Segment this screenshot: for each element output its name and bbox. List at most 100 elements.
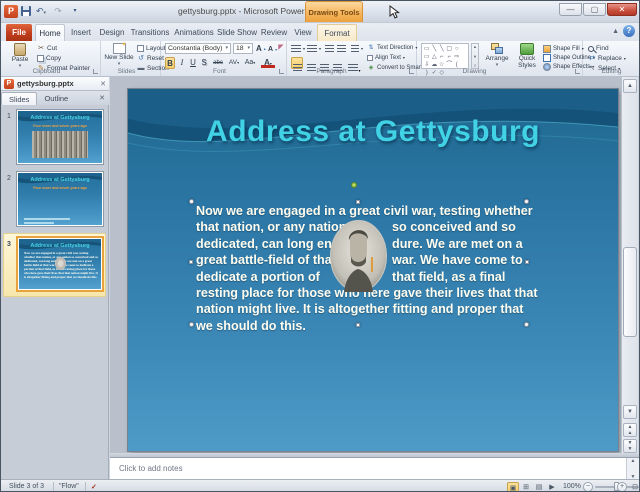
- numbering-button[interactable]: ▾: [307, 44, 321, 53]
- tab-design[interactable]: Design: [97, 24, 127, 41]
- save-icon[interactable]: [21, 6, 31, 16]
- replace-button[interactable]: ⇄Replace▾: [588, 54, 626, 63]
- ribbon-tab-row: File Home Insert Design Transitions Anim…: [1, 23, 640, 41]
- normal-view-icon[interactable]: ▣: [507, 482, 519, 492]
- zoom-in-icon[interactable]: +: [617, 482, 627, 492]
- tab-home[interactable]: Home: [35, 24, 65, 41]
- reset-button[interactable]: ↺Reset: [137, 54, 164, 63]
- restore-button[interactable]: ▢: [583, 3, 606, 16]
- grow-font-button[interactable]: A▴: [256, 44, 265, 53]
- line-spacing-button[interactable]: ▾: [351, 44, 363, 53]
- slide-thumbnail-3[interactable]: Address at Gettysburg Now we are engaged…: [16, 236, 104, 292]
- notes-scrollbar[interactable]: ▲ ▼: [626, 458, 639, 480]
- tab-slides-thumbnails[interactable]: Slides: [1, 92, 37, 105]
- drawing-dialog-launcher-icon[interactable]: [575, 69, 580, 74]
- selection-handle[interactable]: [525, 260, 529, 264]
- tab-format[interactable]: Format: [317, 24, 357, 41]
- minimize-button[interactable]: —: [559, 3, 582, 16]
- slide-indicator[interactable]: Slide 3 of 3: [9, 483, 44, 490]
- selection-handle[interactable]: [189, 322, 194, 327]
- font-color-button[interactable]: A▾: [261, 57, 275, 68]
- font-dialog-launcher-icon[interactable]: [279, 69, 284, 74]
- selection-handle[interactable]: [356, 200, 360, 204]
- powerpoint-icon[interactable]: P: [4, 5, 18, 18]
- powerpoint-window: P ↶▾ ↷ ▾ gettysburg.pptx - Microsoft Pow…: [0, 0, 640, 492]
- paste-button[interactable]: Paste▾: [7, 43, 33, 69]
- selection-handle[interactable]: [189, 199, 194, 204]
- notes-scroll-up-icon[interactable]: ▲: [631, 458, 636, 464]
- close-button[interactable]: ✕: [607, 3, 637, 16]
- help-icon[interactable]: ?: [623, 25, 635, 37]
- tab-animations[interactable]: Animations: [173, 24, 215, 41]
- new-slide-button[interactable]: ✦ New Slide▾: [104, 43, 134, 67]
- scroll-up-icon[interactable]: ▲: [623, 79, 637, 93]
- ribbon-home: Paste▾ ✂Cut Copy ✎Format Painter Clipboa…: [1, 41, 640, 77]
- find-button[interactable]: Find: [588, 44, 609, 53]
- tab-view[interactable]: View: [291, 24, 315, 41]
- font-size-dropdown-icon[interactable]: ▾: [247, 44, 250, 53]
- zoom-level[interactable]: 100%: [563, 483, 581, 490]
- slide-title[interactable]: Address at Gettysburg: [128, 115, 618, 149]
- tab-outline[interactable]: Outline: [37, 92, 75, 105]
- paragraph-dialog-launcher-icon[interactable]: [409, 69, 414, 74]
- redo-button[interactable]: ↷: [51, 5, 65, 18]
- shape-fill-button[interactable]: Shape Fill▾: [543, 44, 584, 53]
- selection-handle[interactable]: [524, 199, 529, 204]
- text-direction-button[interactable]: ⇅Text Direction▾: [367, 43, 417, 52]
- document-close-icon[interactable]: ✕: [100, 80, 106, 88]
- selection-handle[interactable]: [189, 260, 193, 264]
- quick-styles-button[interactable]: Quick Styles: [513, 43, 541, 69]
- selection-handle[interactable]: [524, 322, 529, 327]
- slide-show-icon[interactable]: ▶: [546, 482, 558, 492]
- tab-transitions[interactable]: Transitions: [129, 24, 171, 41]
- shrink-font-button[interactable]: A▾: [268, 45, 276, 54]
- tab-insert[interactable]: Insert: [67, 24, 95, 41]
- copy-button[interactable]: Copy: [37, 54, 61, 63]
- font-name-dropdown-icon[interactable]: ▾: [225, 44, 228, 53]
- document-tab[interactable]: P gettysburg.pptx ✕: [1, 77, 109, 91]
- slide-thumbnail-1[interactable]: Address at Gettysburg Four score and sev…: [16, 109, 104, 165]
- gallery-up-icon[interactable]: ▲: [473, 44, 477, 49]
- tab-slide-show[interactable]: Slide Show: [217, 24, 257, 41]
- cut-button[interactable]: ✂Cut: [37, 44, 57, 53]
- zoom-out-icon[interactable]: −: [583, 482, 593, 492]
- reading-view-icon[interactable]: ▤: [533, 482, 545, 492]
- notes-pane[interactable]: Click to add notes ▲ ▼: [110, 457, 640, 479]
- lincoln-portrait-image[interactable]: [330, 220, 387, 292]
- shapes-gallery-scroll[interactable]: ▲ ▼ ≡: [471, 43, 479, 69]
- decrease-indent-button[interactable]: [325, 44, 334, 53]
- font-name-combobox[interactable]: ▾ Constantia (Body): [165, 43, 231, 54]
- increase-indent-icon: [337, 45, 346, 53]
- rotation-handle-icon[interactable]: [351, 182, 357, 188]
- vertical-scrollbar[interactable]: ▲ ▼ ▲▲ ▼▼: [621, 77, 638, 456]
- next-slide-button[interactable]: ▼▼: [623, 439, 637, 453]
- slide-sorter-icon[interactable]: ⊞: [520, 482, 532, 492]
- qat-menu-icon[interactable]: ▾: [68, 5, 82, 18]
- panel-close-icon[interactable]: ✕: [99, 92, 105, 105]
- quick-access-toolbar: P ↶▾ ↷ ▾: [4, 3, 82, 19]
- align-text-button[interactable]: Align Text▾: [367, 53, 405, 62]
- increase-indent-button[interactable]: [337, 44, 346, 53]
- arrange-button[interactable]: Arrange▾: [483, 43, 511, 68]
- tab-review[interactable]: Review: [259, 24, 289, 41]
- slide-canvas[interactable]: Address at Gettysburg Now we are engaged…: [128, 89, 618, 451]
- shapes-gallery[interactable]: ▭ ╲ ╲ ▢ ○ ▭ △ ⌐ ⌐ ⇨ ⇩ ☁ ☆ ⌒ ( ) ✓ ◇: [421, 43, 469, 69]
- scroll-down-icon[interactable]: ▼: [623, 405, 637, 419]
- thumbnail-number: 2: [7, 175, 11, 182]
- collapse-ribbon-icon[interactable]: ▲: [612, 28, 619, 35]
- gallery-down-icon[interactable]: ▼: [473, 54, 477, 59]
- scrollbar-thumb[interactable]: [623, 247, 637, 337]
- previous-slide-button[interactable]: ▲▲: [623, 423, 637, 437]
- font-size-combobox[interactable]: ▾ 18: [233, 43, 253, 54]
- clipboard-dialog-launcher-icon[interactable]: [93, 69, 98, 74]
- undo-button[interactable]: ↶▾: [34, 5, 48, 18]
- fit-to-window-icon[interactable]: ⊡: [629, 482, 640, 492]
- tab-file[interactable]: File: [6, 24, 32, 41]
- theme-name[interactable]: "Flow": [59, 483, 79, 490]
- selection-handle[interactable]: [356, 323, 360, 327]
- slide-thumbnail-2[interactable]: Address at Gettysburg Four score and sev…: [16, 171, 104, 227]
- spellcheck-icon[interactable]: ✓: [91, 483, 97, 491]
- bullets-button[interactable]: ▾: [291, 44, 305, 53]
- clear-formatting-icon[interactable]: ◤: [277, 44, 285, 52]
- thumbnail-subtitle: Four score and seven years ago: [18, 124, 102, 128]
